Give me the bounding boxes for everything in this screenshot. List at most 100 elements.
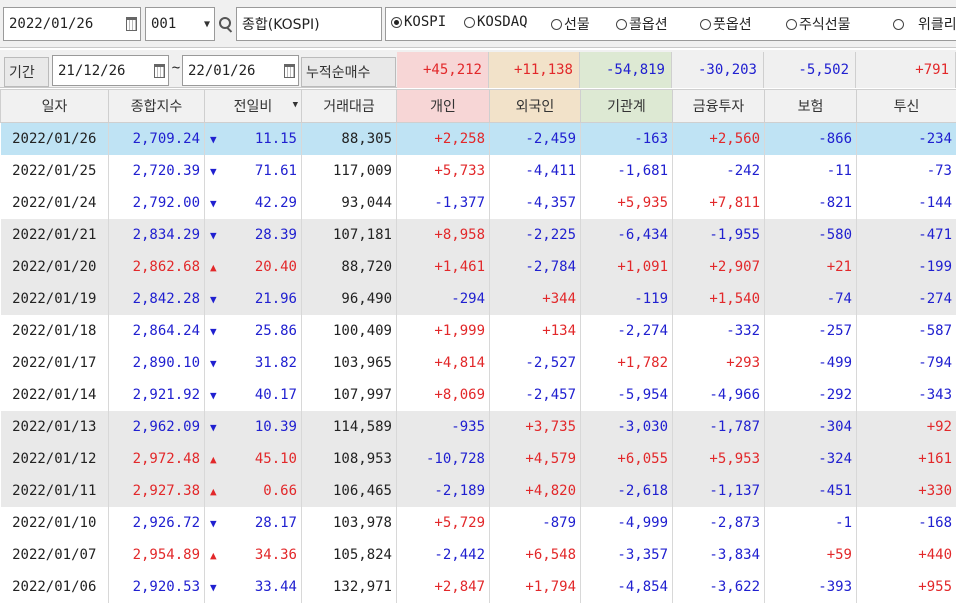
market-radio[interactable]: KOSPI	[391, 14, 446, 30]
change-cell: ▼ 10.39	[204, 410, 302, 443]
search-icon[interactable]	[217, 8, 233, 40]
foreign-cell: -2,459	[489, 122, 581, 155]
table-row[interactable]: 2022/01/14 2,921.92 ▼ 40.17 107,997 +8,069 -2,…	[0, 378, 956, 411]
to-date-value: 22/01/26	[188, 62, 256, 79]
calendar-icon[interactable]	[281, 55, 297, 86]
indiv-cell: +8,958	[396, 218, 490, 251]
ins-cell: +21	[764, 250, 857, 283]
date-cell: 2022/01/07	[0, 538, 109, 571]
fin-cell: +7,811	[672, 186, 765, 219]
trust-cell: -471	[856, 218, 956, 251]
change-value: 11.15	[254, 130, 297, 147]
arrow-up-icon: ▲	[210, 484, 217, 498]
change-cell: ▲ 45.10	[204, 442, 302, 475]
table-row[interactable]: 2022/01/10 2,926.72 ▼ 28.17 103,978 +5,729 -87…	[0, 506, 956, 539]
radio-icon[interactable]	[893, 18, 904, 30]
table-row[interactable]: 2022/01/11 2,927.38 ▲ 0.66 106,465 -2,189 +4,8…	[0, 474, 956, 507]
table-row[interactable]: 2022/01/18 2,864.24 ▼ 25.86 100,409 +1,999 +13…	[0, 314, 956, 347]
col-index[interactable]: 종합지수	[108, 89, 205, 123]
table-row[interactable]: 2022/01/17 2,890.10 ▼ 31.82 103,965 +4,814 -2,…	[0, 346, 956, 379]
foreign-cell: +344	[489, 282, 581, 315]
arrow-down-icon: ▼	[210, 356, 217, 370]
amount-cell: 100,409	[301, 314, 397, 347]
date-input[interactable]: 2022/01/26	[3, 7, 141, 41]
index-cell: 2,792.00	[108, 186, 205, 219]
table-row[interactable]: 2022/01/26 2,709.24 ▼ 11.15 88,305 +2,258 -2,4…	[0, 122, 956, 155]
change-cell: ▼ 42.29	[204, 186, 302, 219]
ins-cell: -74	[764, 282, 857, 315]
indiv-cell: -2,442	[396, 538, 490, 571]
arrow-down-icon: ▼	[210, 292, 217, 306]
col-date[interactable]: 일자	[0, 89, 109, 123]
market-radio[interactable]: 주식선물	[786, 14, 851, 34]
amount-cell: 106,465	[301, 474, 397, 507]
net-buy-value: +45,212	[397, 52, 489, 88]
radio-icon[interactable]	[464, 16, 475, 28]
calendar-icon[interactable]	[151, 55, 167, 86]
inst-cell: -2,618	[580, 474, 673, 507]
table-row[interactable]: 2022/01/24 2,792.00 ▼ 42.29 93,044 -1,377 -4,3…	[0, 186, 956, 219]
col-change[interactable]: 전일비 ▼	[204, 89, 302, 123]
trust-cell: +330	[856, 474, 956, 507]
table-row[interactable]: 2022/01/20 2,862.68 ▲ 20.40 88,720 +1,461 -2,7…	[0, 250, 956, 283]
net-buy-label: 누적순매수	[301, 57, 396, 87]
radio-icon[interactable]	[391, 16, 402, 28]
col-institution[interactable]: 기관계	[580, 89, 673, 123]
col-amount[interactable]: 거래대금	[301, 89, 397, 123]
calendar-icon[interactable]	[123, 8, 139, 40]
radio-icon[interactable]	[616, 18, 627, 30]
col-trust[interactable]: 투신	[856, 89, 956, 123]
amount-cell: 108,953	[301, 442, 397, 475]
col-insurance[interactable]: 보험	[764, 89, 857, 123]
market-radio[interactable]: 콜옵션	[616, 14, 668, 34]
change-cell: ▼ 21.96	[204, 282, 302, 315]
market-label: 주식선물	[799, 17, 851, 33]
inst-cell: -119	[580, 282, 673, 315]
radio-icon[interactable]	[786, 18, 797, 30]
fin-cell: -242	[672, 154, 765, 187]
amount-cell: 132,971	[301, 570, 397, 603]
table-row[interactable]: 2022/01/21 2,834.29 ▼ 28.39 107,181 +8,958 -2,…	[0, 218, 956, 251]
table-row[interactable]: 2022/01/12 2,972.48 ▲ 45.10 108,953 -10,728 +4…	[0, 442, 956, 475]
table-header: 일자 종합지수 전일비 ▼ 거래대금 개인 외국인 기관계 금융투자 보험 투신	[0, 89, 956, 123]
table-row[interactable]: 2022/01/07 2,954.89 ▲ 34.36 105,824 -2,442 +6,…	[0, 538, 956, 571]
col-individual[interactable]: 개인	[396, 89, 490, 123]
table-row[interactable]: 2022/01/19 2,842.28 ▼ 21.96 96,490 -294 +344 -1…	[0, 282, 956, 315]
net-buy-value: -54,819	[580, 52, 672, 88]
market-radio[interactable]: 선물	[551, 14, 590, 34]
col-foreign[interactable]: 외국인	[489, 89, 581, 123]
market-radio[interactable]: KOSDAQ	[464, 14, 528, 30]
arrow-down-icon: ▼	[210, 228, 217, 242]
index-cell: 2,962.09	[108, 410, 205, 443]
index-cell: 2,834.29	[108, 218, 205, 251]
indiv-cell: +8,069	[396, 378, 490, 411]
inst-cell: +1,782	[580, 346, 673, 379]
table-row[interactable]: 2022/01/13 2,962.09 ▼ 10.39 114,589 -935 +3,73…	[0, 410, 956, 443]
date-cell: 2022/01/06	[0, 570, 109, 603]
table-row[interactable]: 2022/01/25 2,720.39 ▼ 71.61 117,009 +5,733 -4,…	[0, 154, 956, 187]
foreign-cell: +3,735	[489, 410, 581, 443]
market-radio[interactable]: 풋옵션	[700, 14, 752, 34]
trust-cell: -587	[856, 314, 956, 347]
arrow-up-icon: ▲	[210, 260, 217, 274]
market-radio[interactable]: 위클리	[893, 14, 956, 34]
change-value: 34.36	[254, 546, 297, 563]
radio-icon[interactable]	[551, 18, 562, 30]
trust-cell: +161	[856, 442, 956, 475]
trust-cell: +955	[856, 570, 956, 603]
amount-cell: 117,009	[301, 154, 397, 187]
arrow-down-icon: ▼	[210, 516, 217, 530]
code-value: 001	[151, 16, 177, 32]
table-row[interactable]: 2022/01/06 2,920.53 ▼ 33.44 132,971 +2,847 +1,…	[0, 570, 956, 603]
foreign-cell: +4,820	[489, 474, 581, 507]
change-cell: ▼ 28.39	[204, 218, 302, 251]
fin-cell: +2,907	[672, 250, 765, 283]
col-financial[interactable]: 금융투자	[672, 89, 765, 123]
chevron-down-icon[interactable]: ▼	[200, 8, 214, 40]
arrow-down-icon: ▼	[210, 164, 217, 178]
radio-icon[interactable]	[700, 18, 711, 30]
foreign-cell: +134	[489, 314, 581, 347]
chevron-down-icon[interactable]: ▼	[293, 100, 298, 110]
inst-cell: -5,954	[580, 378, 673, 411]
index-cell: 2,921.92	[108, 378, 205, 411]
